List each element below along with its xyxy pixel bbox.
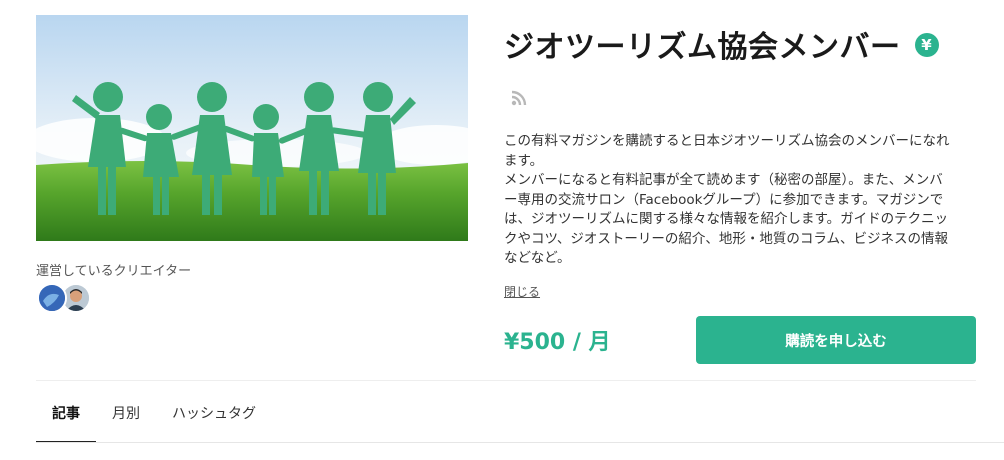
avatar[interactable]	[37, 283, 67, 313]
magazine-description: この有料マガジンを購読すると日本ジオツーリズム協会のメンバーになれ ます。 メン…	[504, 133, 950, 266]
creators-label: 運営しているクリエイター	[36, 264, 192, 279]
divider	[36, 380, 976, 381]
collapse-description-link[interactable]: 閉じる	[504, 283, 540, 300]
price: ¥500 / 月	[504, 330, 611, 355]
magazine-title: ジオツーリズム協会メンバー	[504, 30, 901, 65]
magazine-header: ジオツーリズム協会メンバー ¥	[504, 22, 939, 66]
tab-monthly[interactable]: 月別	[96, 388, 156, 442]
tab-hashtags[interactable]: ハッシュタグ	[156, 388, 272, 442]
content-tabs: 記事 月別 ハッシュタグ	[36, 388, 272, 443]
divider	[36, 442, 1004, 443]
magazine-cover-image	[36, 15, 468, 241]
tab-articles[interactable]: 記事	[36, 388, 96, 443]
creator-avatars	[37, 283, 97, 313]
rss-icon[interactable]	[510, 89, 528, 107]
yen-icon: ¥	[914, 33, 939, 57]
subscribe-button[interactable]: 購読を申し込む	[696, 316, 976, 364]
